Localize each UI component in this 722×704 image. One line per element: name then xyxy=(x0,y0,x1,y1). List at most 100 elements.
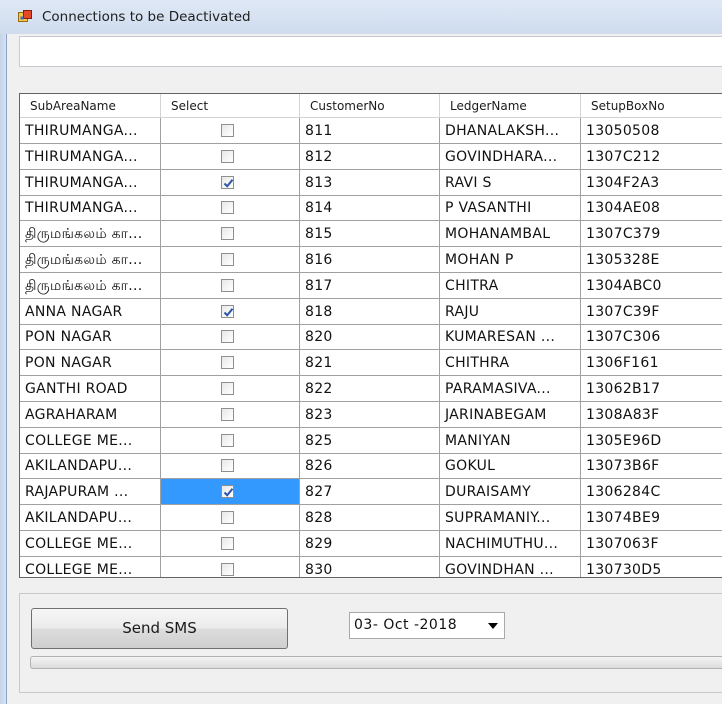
cell-subareaname[interactable]: திருமங்கலம் கா... xyxy=(20,221,161,248)
cell-customerno[interactable]: 816 xyxy=(300,247,440,273)
cell-customerno[interactable]: 829 xyxy=(300,530,440,557)
table-row[interactable]: திருமங்கலம் கா... 815 MOHANAMBAL 1307C379 xyxy=(20,221,722,248)
cell-subareaname[interactable]: COLLEGE ME... xyxy=(20,427,161,454)
cell-subareaname[interactable]: GANTHI ROAD xyxy=(20,376,161,402)
table-row[interactable]: AGRAHARAM 823 JARINABEGAM 1308A83F xyxy=(20,401,722,428)
cell-select[interactable] xyxy=(161,221,300,248)
cell-subareaname[interactable]: COLLEGE ME... xyxy=(20,530,161,557)
send-sms-button[interactable]: Send SMS xyxy=(31,608,288,649)
table-row[interactable]: THIRUMANGA... 813 RAVI S 1304F2A3 xyxy=(20,169,722,196)
table-row[interactable]: PON NAGAR 821 CHITHRA 1306F161 xyxy=(20,350,722,377)
cell-customerno[interactable]: 815 xyxy=(300,221,440,248)
cell-setupboxno[interactable]: 13062B17 xyxy=(581,376,722,402)
table-row[interactable]: THIRUMANGA... 811 DHANALAKSH... 13050508 xyxy=(20,118,722,144)
select-checkbox[interactable] xyxy=(221,278,234,292)
cell-ledgername[interactable]: PARAMASIVA... xyxy=(440,376,581,402)
table-row[interactable]: COLLEGE ME... 829 NACHIMUTHU... 1307063F xyxy=(20,530,722,557)
cell-setupboxno[interactable]: 1308A83F xyxy=(581,402,722,428)
cell-ledgername[interactable]: CHITHRA xyxy=(440,350,581,377)
cell-subareaname[interactable]: PON NAGAR xyxy=(20,324,161,351)
cell-ledgername[interactable]: JARINABEGAM xyxy=(440,401,581,428)
cell-ledgername[interactable]: DURAISAMY xyxy=(440,479,581,506)
cell-ledgername[interactable]: MOHAN P xyxy=(440,247,581,273)
select-checkbox[interactable] xyxy=(221,227,234,241)
cell-setupboxno[interactable]: 13050508 xyxy=(581,118,722,144)
cell-select[interactable] xyxy=(161,505,300,531)
select-checkbox[interactable] xyxy=(221,407,234,421)
table-row[interactable]: RAJAPURAM ... 827 DURAISAMY 1306284C xyxy=(20,479,722,506)
select-checkbox[interactable] xyxy=(221,433,234,447)
cell-ledgername[interactable]: GOVINDHAN ... xyxy=(440,556,581,577)
select-checkbox[interactable] xyxy=(221,459,234,473)
cell-ledgername[interactable]: RAVI S xyxy=(440,169,581,196)
message-input[interactable] xyxy=(19,36,722,67)
cell-setupboxno[interactable]: 1307063F xyxy=(581,531,722,557)
table-row[interactable]: திருமங்கலம் கா... 817 CHITRA 1304ABC0 xyxy=(20,272,722,299)
cell-setupboxno[interactable]: 130730D5 xyxy=(581,557,722,577)
select-checkbox[interactable] xyxy=(221,175,234,189)
cell-customerno[interactable]: 814 xyxy=(300,195,440,222)
table-row[interactable]: AKILANDAPU... 826 GOKUL 13073B6F xyxy=(20,453,722,480)
select-checkbox[interactable] xyxy=(221,485,234,499)
cell-customerno[interactable]: 812 xyxy=(300,143,440,170)
cell-setupboxno[interactable]: 1307C306 xyxy=(581,324,722,351)
cell-setupboxno[interactable]: 1307C39F xyxy=(581,299,722,325)
column-header-subareaname[interactable]: SubAreaName xyxy=(20,94,161,118)
cell-select[interactable] xyxy=(161,479,300,506)
cell-select[interactable] xyxy=(161,324,300,351)
cell-select[interactable] xyxy=(161,530,300,557)
select-checkbox[interactable] xyxy=(221,201,234,215)
cell-setupboxno[interactable]: 1304F2A3 xyxy=(581,170,722,196)
cell-ledgername[interactable]: NACHIMUTHU... xyxy=(440,530,581,557)
cell-subareaname[interactable]: THIRUMANGA... xyxy=(20,195,161,222)
column-header-select[interactable]: Select xyxy=(161,94,300,118)
table-row[interactable]: GANTHI ROAD 822 PARAMASIVA... 13062B17 xyxy=(20,376,722,402)
cell-subareaname[interactable]: AKILANDAPU... xyxy=(20,505,161,531)
cell-customerno[interactable]: 828 xyxy=(300,505,440,531)
cell-ledgername[interactable]: DHANALAKSH... xyxy=(440,118,581,144)
select-checkbox[interactable] xyxy=(221,253,234,266)
table-row[interactable]: THIRUMANGA... 814 P VASANTHI 1304AE08 xyxy=(20,195,722,222)
cell-setupboxno[interactable]: 1305328E xyxy=(581,247,722,273)
cell-subareaname[interactable]: திருமங்கலம் கா... xyxy=(20,247,161,273)
cell-ledgername[interactable]: P VASANTHI xyxy=(440,195,581,222)
table-row[interactable]: ANNA NAGAR 818 RAJU 1307C39F xyxy=(20,298,722,325)
cell-ledgername[interactable]: GOVINDHARA... xyxy=(440,143,581,170)
chevron-down-icon[interactable] xyxy=(488,623,498,629)
cell-select[interactable] xyxy=(161,247,300,273)
cell-subareaname[interactable]: AKILANDAPU... xyxy=(20,453,161,480)
table-row[interactable]: THIRUMANGA... 812 GOVINDHARA... 1307C212 xyxy=(20,143,722,170)
select-checkbox[interactable] xyxy=(221,511,234,524)
table-row[interactable]: திருமங்கலம் கா... 816 MOHAN P 1305328E xyxy=(20,247,722,273)
cell-ledgername[interactable]: SUPRAMANIY... xyxy=(440,505,581,531)
cell-customerno[interactable]: 817 xyxy=(300,272,440,299)
cell-select[interactable] xyxy=(161,427,300,454)
cell-subareaname[interactable]: THIRUMANGA... xyxy=(20,118,161,144)
cell-subareaname[interactable]: ANNA NAGAR xyxy=(20,298,161,325)
cell-customerno[interactable]: 823 xyxy=(300,401,440,428)
cell-subareaname[interactable]: திருமங்கலம் கா... xyxy=(20,272,161,299)
cell-setupboxno[interactable]: 1304AE08 xyxy=(581,195,722,222)
cell-customerno[interactable]: 822 xyxy=(300,376,440,402)
cell-select[interactable] xyxy=(161,376,300,402)
column-header-setupboxno[interactable]: SetupBoxNo xyxy=(581,94,722,118)
cell-subareaname[interactable]: COLLEGE ME... xyxy=(20,556,161,577)
select-checkbox[interactable] xyxy=(221,149,234,163)
cell-select[interactable] xyxy=(161,350,300,377)
cell-customerno[interactable]: 811 xyxy=(300,118,440,144)
cell-ledgername[interactable]: CHITRA xyxy=(440,272,581,299)
cell-setupboxno[interactable]: 13074BE9 xyxy=(581,505,722,531)
select-checkbox[interactable] xyxy=(221,124,234,137)
select-checkbox[interactable] xyxy=(221,356,234,370)
cell-setupboxno[interactable]: 1307C379 xyxy=(581,221,722,248)
select-checkbox[interactable] xyxy=(221,562,234,576)
cell-select[interactable] xyxy=(161,195,300,222)
cell-setupboxno[interactable]: 1304ABC0 xyxy=(581,273,722,299)
cell-customerno[interactable]: 825 xyxy=(300,427,440,454)
select-checkbox[interactable] xyxy=(221,330,234,344)
cell-setupboxno[interactable]: 1305E96D xyxy=(581,428,722,454)
cell-customerno[interactable]: 818 xyxy=(300,298,440,325)
cell-ledgername[interactable]: MANIYAN xyxy=(440,427,581,454)
table-row[interactable]: PON NAGAR 820 KUMARESAN ... 1307C306 xyxy=(20,324,722,351)
cell-select[interactable] xyxy=(161,272,300,299)
